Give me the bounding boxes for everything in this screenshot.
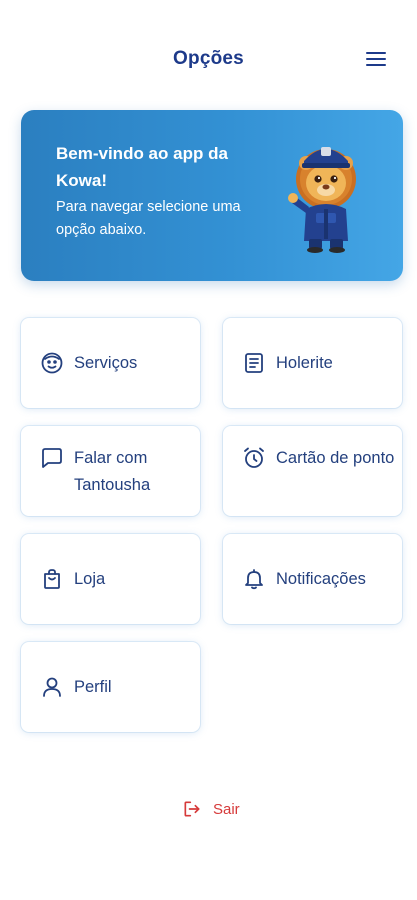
option-label: Falar com Tantousha xyxy=(74,449,151,494)
option-label: Notificações xyxy=(276,570,366,588)
option-label: Perfil xyxy=(74,678,112,696)
option-card-falar-com-tantousha[interactable]: Falar com Tantousha xyxy=(21,426,200,516)
hamburger-menu-icon[interactable] xyxy=(366,47,394,71)
user-icon xyxy=(43,677,61,697)
option-card-perfil[interactable]: Perfil xyxy=(21,642,200,732)
option-label: Cartão de ponto xyxy=(276,449,395,467)
banner-subtitle: Para navegar selecione uma opção abaixo. xyxy=(56,199,241,238)
option-card-notificacoes[interactable]: Notificações xyxy=(223,534,402,624)
logout-icon xyxy=(184,801,200,817)
option-label: Holerite xyxy=(276,354,333,372)
welcome-banner: Bem-vindo ao app da Kowa! Para navegar s… xyxy=(21,110,403,281)
page-title: Opções xyxy=(173,48,244,69)
document-icon xyxy=(245,353,263,373)
logout-label: Sair xyxy=(213,800,240,818)
shopping-bag-icon xyxy=(44,569,60,589)
option-label: Loja xyxy=(74,570,106,588)
header: Opções xyxy=(0,0,417,120)
option-card-cartao-de-ponto[interactable]: Cartão de ponto xyxy=(223,426,402,516)
lion-mascot-image xyxy=(288,147,356,253)
chat-bubble-icon xyxy=(42,448,62,468)
option-card-loja[interactable]: Loja xyxy=(21,534,200,624)
logout-button[interactable]: Sair xyxy=(182,797,240,821)
option-card-holerite[interactable]: Holerite xyxy=(223,318,402,408)
bell-icon xyxy=(245,569,263,590)
alarm-clock-icon xyxy=(244,447,264,468)
banner-title: Bem-vindo ao app da Kowa! xyxy=(56,144,228,190)
option-label: Serviços xyxy=(74,354,138,372)
smiley-face-icon xyxy=(41,352,63,374)
option-card-servicos[interactable]: Serviços xyxy=(21,318,200,408)
